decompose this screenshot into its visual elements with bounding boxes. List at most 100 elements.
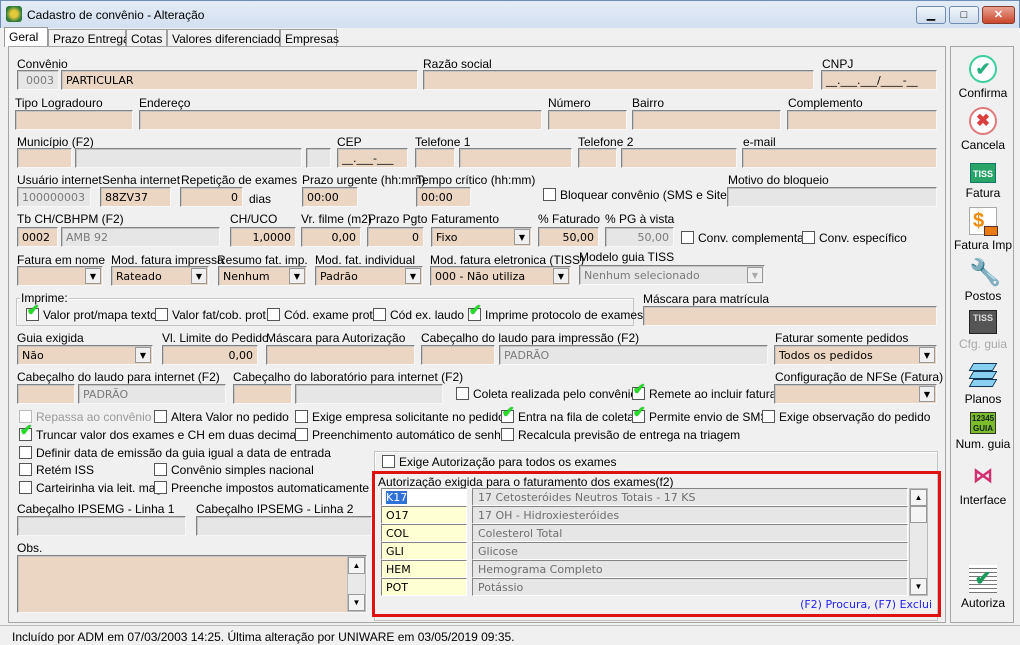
complemento-field[interactable] [787,110,937,130]
cod-exame-prot-checkbox[interactable]: Cód. exame prot. [267,308,376,323]
altera-valor-checkbox[interactable]: Altera Valor no pedido [154,410,289,425]
chevron-down-icon[interactable]: ▼ [919,386,935,402]
imprime-protocolo-checkbox[interactable]: Imprime protocolo de exames [468,304,643,323]
fatura-imp-button[interactable]: $ Fatura Imp [951,207,1015,252]
prazo-urgente-field[interactable]: 00:00 [302,187,358,207]
email-field[interactable] [742,148,937,168]
config-nfse-select[interactable]: ▼ [774,384,937,404]
definir-data-checkbox[interactable]: Definir data de emissão da guia igual a … [19,446,331,461]
tab-geral[interactable]: Geral [4,27,48,47]
autoriza-button[interactable]: ✔ Autoriza [951,565,1015,610]
cab-laudo-impressao-code-field[interactable] [421,345,495,365]
ch-uco-field[interactable]: 1,0000 [230,227,296,247]
tb-ch-code-field[interactable]: 0002 [17,227,58,247]
telefone2-ddd-field[interactable] [578,148,617,168]
pct-faturado-field[interactable]: 50,00 [538,227,599,247]
scroll-thumb[interactable] [910,506,927,523]
resumo-fat-imp-select[interactable]: Nenhum ▼ [218,266,307,286]
faturamento-select[interactable]: Fixo ▼ [431,227,532,247]
scroll-down-icon[interactable]: ▼ [910,578,927,595]
mod-fat-individual-select[interactable]: Padrão ▼ [315,266,423,286]
exam-code-field[interactable]: GLI [381,542,467,560]
telefone1-field[interactable] [459,148,572,168]
preenche-impostos-checkbox[interactable]: Preenche impostos automaticamente [154,481,369,496]
numero-field[interactable] [548,110,627,130]
fatura-button[interactable]: TISS Fatura [951,159,1015,200]
bloquear-convenio-checkbox[interactable]: Bloquear convênio (SMS e Site) [543,188,731,203]
envio-sms-checkbox[interactable]: Permite envio de SMS [632,406,768,425]
confirma-button[interactable]: ✔ Confirma [951,55,1015,100]
faturar-somente-select[interactable]: Todos os pedidos ▼ [774,345,937,365]
exam-code-field[interactable]: POT [381,578,467,596]
tempo-critico-field[interactable]: 00:00 [416,187,471,207]
tab-cotas[interactable]: Cotas [126,29,167,47]
obs-scrollbar[interactable]: ▲ ▼ [347,556,366,612]
mascara-matricula-field[interactable] [643,306,937,326]
telefone2-field[interactable] [621,148,737,168]
exam-code-field[interactable]: K17 [381,488,467,506]
tab-prazo-entrega[interactable]: Prazo Entrega [48,29,130,47]
cep-field[interactable]: __.___-___ [337,148,408,168]
valor-prot-checkbox[interactable]: Valor prot/mapa texto [26,304,157,323]
scroll-up-icon[interactable]: ▲ [910,489,927,506]
vl-limite-field[interactable]: 0,00 [162,345,258,365]
recalcula-previsao-checkbox[interactable]: Recalcula previsão de entrega na triagem [501,428,740,443]
truncar-valor-checkbox[interactable]: Truncar valor dos exames e CH em duas de… [19,424,305,443]
tab-valores-diferenciados[interactable]: Valores diferenciados [167,29,287,47]
retem-iss-checkbox[interactable]: Retém ISS [19,463,94,478]
endereco-field[interactable] [139,110,542,130]
convenio-code-field[interactable]: 0003 [17,70,59,90]
chevron-down-icon[interactable]: ▼ [919,347,935,363]
exige-empresa-checkbox[interactable]: Exige empresa solicitante no pedido [295,410,505,425]
maximize-button[interactable]: □ [949,6,979,24]
guia-exigida-select[interactable]: Não ▼ [17,345,153,365]
mascara-autorizacao-field[interactable] [266,345,415,365]
cab-laboratorio-internet-code-field[interactable] [233,384,292,404]
chevron-down-icon[interactable]: ▼ [191,268,207,284]
remete-fatura-checkbox[interactable]: Remete ao incluir fatura [632,383,776,402]
repeticao-exames-field[interactable]: 0 [180,187,243,207]
cab-laudo-internet-code-field[interactable] [17,384,75,404]
minimize-button[interactable]: ▁ [916,6,946,24]
close-button[interactable]: ✕ [982,6,1015,24]
senha-internet-field[interactable]: 88ZV37 [100,187,171,207]
simples-nacional-checkbox[interactable]: Convênio simples nacional [154,463,314,478]
tipo-logradouro-field[interactable] [15,110,133,130]
cab-ipsemg2-field[interactable] [196,516,372,536]
chevron-down-icon[interactable]: ▼ [514,229,530,245]
postos-button[interactable]: 🔧 Postos [951,258,1015,303]
scroll-down-icon[interactable]: ▼ [348,594,365,611]
tab-empresas[interactable]: Empresas [280,29,339,47]
chevron-down-icon[interactable]: ▼ [135,347,151,363]
municipio-code-field[interactable] [17,148,72,168]
telefone1-ddd-field[interactable] [415,148,455,168]
chevron-down-icon[interactable]: ▼ [405,268,421,284]
mod-fatura-eletronica-select[interactable]: 000 - Não utiliza ▼ [430,266,571,286]
chevron-down-icon[interactable]: ▼ [289,268,305,284]
obs-textarea[interactable] [17,555,367,613]
planos-button[interactable]: Planos [951,361,1015,406]
mod-fatura-impressa-select[interactable]: Rateado ▼ [111,266,209,286]
conv-complementar-checkbox[interactable]: Conv. complementar [681,231,808,246]
preenchimento-senha-checkbox[interactable]: Preenchimento automático de senha [295,428,507,443]
num-guia-button[interactable]: 12345 GUIA Num. guia [951,412,1015,451]
bairro-field[interactable] [632,110,781,130]
interface-button[interactable]: ⋈ Interface [951,462,1015,507]
title-bar[interactable]: Cadastro de convênio - Alteração ▁ □ ✕ [0,0,1020,28]
exam-list-scrollbar[interactable]: ▲ ▼ [909,488,928,596]
valor-fat-checkbox[interactable]: Valor fat/cob. prot. [155,308,269,323]
cod-ex-laudo-checkbox[interactable]: Cód ex. laudo [373,308,464,323]
chevron-down-icon[interactable]: ▼ [85,268,101,284]
vr-filme-field[interactable]: 0,00 [301,227,361,247]
razao-social-field[interactable] [423,70,814,90]
cancela-button[interactable]: ✖ Cancela [951,107,1015,152]
fatura-em-nome-select[interactable]: ▼ [17,266,103,286]
exam-code-field[interactable]: HEM [381,560,467,578]
convenio-name-field[interactable]: PARTICULAR [61,70,418,90]
cnpj-field[interactable]: __.___.___/____-__ [821,70,937,90]
cab-ipsemg1-field[interactable] [17,516,186,536]
scroll-up-icon[interactable]: ▲ [348,557,365,574]
exam-code-field[interactable]: COL [381,524,467,542]
coleta-realizada-checkbox[interactable]: Coleta realizada pelo convênio [456,387,637,402]
carteirinha-checkbox[interactable]: Carteirinha via leit. mag. [19,481,165,496]
